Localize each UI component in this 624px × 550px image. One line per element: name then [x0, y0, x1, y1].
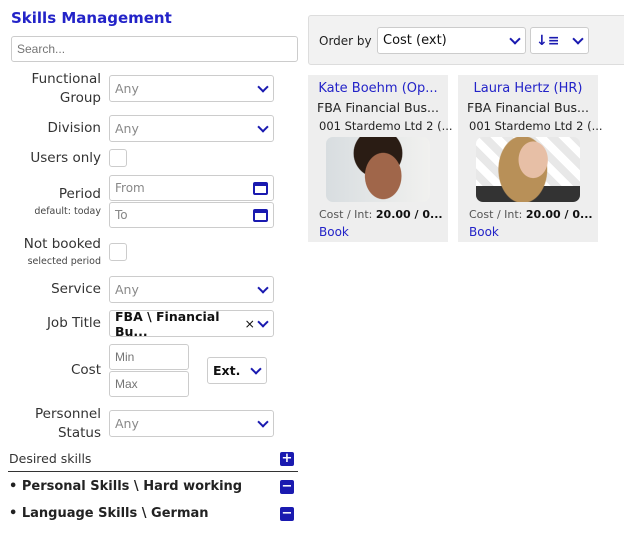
skill-item: • Personal Skills \ Hard working	[9, 479, 243, 494]
sort-direction-button[interactable]: ↓≡	[530, 27, 589, 54]
skill-item: • Language Skills \ German	[9, 506, 209, 521]
division-select[interactable]: Any	[109, 115, 274, 142]
cost-min-input[interactable]	[109, 344, 189, 370]
desired-skills-label: Desired skills	[9, 451, 92, 466]
cost-max-input[interactable]	[109, 371, 189, 397]
person-card[interactable]: Laura Hertz (HR) FBA Financial Bus... 00…	[458, 75, 603, 242]
clear-icon[interactable]: ×	[245, 316, 255, 331]
add-skill-icon[interactable]: +	[280, 452, 294, 466]
users-only-checkbox[interactable]	[109, 149, 127, 167]
chevron-down-icon	[257, 415, 269, 428]
functional-group-label: Functional Group	[31, 71, 101, 106]
division-label: Division	[47, 120, 102, 136]
search-input[interactable]	[11, 36, 298, 62]
not-booked-label: Not booked	[23, 236, 101, 252]
calendar-icon[interactable]	[253, 181, 268, 195]
person-cost: Cost / Int: 20.00 / 0...	[319, 208, 443, 221]
job-title-select[interactable]: FBA \ Financial Bu... ×	[109, 309, 274, 339]
person-name-link[interactable]: Laura Hertz (HR)	[458, 81, 598, 96]
chevron-down-icon	[572, 32, 584, 45]
not-booked-checkbox[interactable]	[109, 243, 127, 261]
chevron-down-icon	[257, 80, 269, 93]
personnel-status-select[interactable]: Any	[109, 410, 274, 437]
period-to-input[interactable]: To	[109, 202, 274, 228]
person-photo	[326, 137, 430, 202]
book-link[interactable]: Book	[469, 225, 499, 239]
period-sublabel: default: today	[34, 206, 101, 217]
users-only-label: Users only	[30, 150, 101, 166]
order-by-select[interactable]: Cost (ext)	[377, 27, 526, 54]
chevron-down-icon	[257, 281, 269, 294]
page-title: Skills Management	[11, 9, 172, 27]
person-card[interactable]: Kate Boehm (Op... FBA Financial Bus... 0…	[308, 75, 453, 242]
job-title-label: Job Title	[46, 315, 101, 331]
person-company: 001 Stardemo Ltd 2 (...	[469, 119, 603, 133]
sort-descending-icon: ↓≡	[536, 32, 560, 49]
functional-group-select[interactable]: Any	[109, 75, 274, 102]
period-label: Period	[58, 186, 101, 202]
person-job-title: FBA Financial Bus...	[467, 100, 589, 115]
chevron-down-icon	[509, 32, 521, 45]
person-name-link[interactable]: Kate Boehm (Op...	[308, 81, 448, 96]
person-company: 001 Stardemo Ltd 2 (...	[319, 119, 453, 133]
cost-label: Cost	[70, 362, 101, 378]
not-booked-sublabel: selected period	[27, 256, 101, 267]
book-link[interactable]: Book	[319, 225, 349, 239]
calendar-icon[interactable]	[253, 208, 268, 222]
person-job-title: FBA Financial Bus...	[317, 100, 439, 115]
period-from-input[interactable]: From	[109, 175, 274, 201]
chevron-down-icon	[250, 362, 262, 375]
service-select[interactable]: Any	[109, 276, 274, 303]
remove-skill-icon[interactable]: −	[280, 507, 294, 521]
order-by-label: Order by	[319, 34, 372, 48]
chevron-down-icon	[257, 120, 269, 133]
personnel-status-label: Personnel Status	[35, 406, 101, 441]
person-cost: Cost / Int: 20.00 / 0...	[469, 208, 593, 221]
chevron-down-icon	[257, 315, 269, 328]
divider	[8, 471, 298, 472]
person-photo	[476, 137, 580, 202]
remove-skill-icon[interactable]: −	[280, 480, 294, 494]
service-label: Service	[51, 281, 101, 297]
cost-type-select[interactable]: Ext.	[207, 357, 267, 384]
